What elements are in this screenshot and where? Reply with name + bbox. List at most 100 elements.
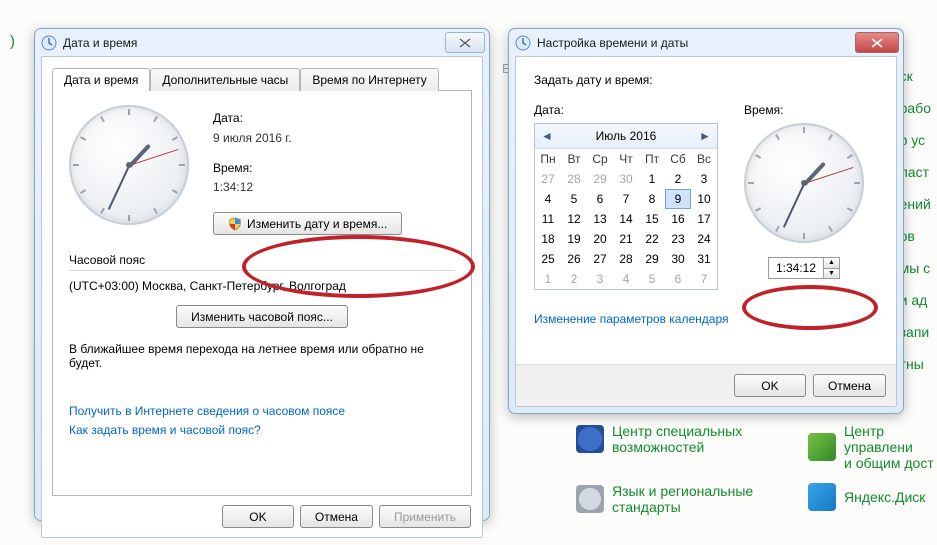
button-label: Изменить часовой пояс... (191, 310, 333, 324)
time-label: Время: (213, 159, 402, 179)
change-tz-button[interactable]: Изменить часовой пояс... (176, 305, 348, 328)
bg-accessibility[interactable]: Центр специальных возможностей (576, 423, 742, 455)
cal-day[interactable]: 29 (587, 169, 613, 189)
datetime-dialog: Дата и время Дата и время Дополнительные… (34, 28, 490, 521)
cal-day[interactable]: 4 (613, 269, 639, 289)
cal-day[interactable]: 20 (587, 229, 613, 249)
dialog-buttons: OK Отмена Применить (42, 496, 482, 537)
cancel-button[interactable]: Отмена (300, 505, 373, 528)
datetime-icon (41, 35, 57, 51)
spin-up-button[interactable]: ▲ (824, 258, 839, 269)
cal-dow: Ср (587, 149, 613, 169)
cal-day[interactable]: 7 (691, 269, 717, 289)
cal-day[interactable]: 26 (561, 249, 587, 269)
dst-note: В ближайшее время перехода на летнее вре… (69, 342, 455, 370)
cal-day[interactable]: 12 (561, 209, 587, 229)
bg-label: Яндекс.Диск (844, 489, 925, 505)
cal-day[interactable]: 24 (691, 229, 717, 249)
cal-day[interactable]: 19 (561, 229, 587, 249)
tab-internet-time[interactable]: Время по Интернету (300, 68, 438, 91)
change-datetime-button[interactable]: Изменить дату и время... (213, 212, 402, 235)
cal-day[interactable]: 15 (639, 209, 665, 229)
cal-day[interactable]: 16 (665, 209, 691, 229)
cal-day[interactable]: 3 (691, 169, 717, 189)
cal-day[interactable]: 23 (665, 229, 691, 249)
cal-day[interactable]: 6 (665, 269, 691, 289)
titlebar[interactable]: Дата и время (35, 29, 489, 56)
bg-label: Центр специальных возможностей (612, 423, 742, 455)
link-howto-time[interactable]: Как задать время и часовой пояс? (69, 423, 261, 437)
cal-dow: Вс (691, 149, 717, 169)
cal-dow: Пн (535, 149, 561, 169)
cancel-button[interactable]: Отмена (813, 374, 886, 397)
cal-day[interactable]: 4 (535, 189, 561, 209)
cal-day[interactable]: 27 (535, 169, 561, 189)
date-label: Дата: (213, 109, 402, 129)
cal-prev-button[interactable]: ◄ (540, 129, 554, 143)
cal-day[interactable]: 7 (613, 189, 639, 209)
cal-day[interactable]: 2 (561, 269, 587, 289)
bg-label: Центр управлени и общим дост (844, 423, 937, 471)
bg-lang[interactable]: Язык и региональные стандарты (576, 483, 753, 515)
date-value: 9 июля 2016 г. (213, 129, 402, 149)
link-tz-info[interactable]: Получить в Интернете сведения о часовом … (69, 404, 345, 418)
tab-datetime[interactable]: Дата и время (52, 68, 150, 91)
bg-yadisk[interactable]: Яндекс.Диск (808, 483, 925, 511)
cal-day[interactable]: 6 (587, 189, 613, 209)
time-spinner[interactable]: ▲ ▼ (768, 257, 840, 279)
accessibility-icon (576, 425, 604, 453)
dialog-buttons: OK Отмена (516, 364, 896, 406)
cal-day[interactable]: 2 (665, 169, 691, 189)
ok-button[interactable]: OK (222, 505, 294, 528)
cal-day[interactable]: 5 (639, 269, 665, 289)
cal-dow: Чт (613, 149, 639, 169)
analog-clock (69, 105, 189, 225)
cal-day[interactable]: 18 (535, 229, 561, 249)
cal-day[interactable]: 29 (639, 249, 665, 269)
close-button[interactable] (855, 32, 899, 53)
bg-label: Язык и региональные стандарты (612, 483, 753, 515)
cal-day[interactable]: 28 (613, 249, 639, 269)
set-datetime-dialog: Настройка времени и даты Задать дату и в… (508, 28, 904, 414)
cal-dow: Пт (639, 149, 665, 169)
cal-day[interactable]: 1 (639, 169, 665, 189)
ok-button[interactable]: OK (734, 374, 806, 397)
cal-day[interactable]: 27 (587, 249, 613, 269)
cal-day[interactable]: 13 (587, 209, 613, 229)
cal-dow: Вт (561, 149, 587, 169)
cal-day[interactable]: 22 (639, 229, 665, 249)
link-calendar-settings[interactable]: Изменение параметров календаря (534, 312, 729, 326)
datetime-icon (515, 35, 531, 51)
tab-strip: Дата и время Дополнительные часы Время п… (42, 57, 482, 90)
tz-section-title: Часовой пояс (69, 253, 455, 267)
cal-day[interactable]: 11 (535, 209, 561, 229)
calendar: ◄ Июль 2016 ► ПнВтСрЧтПтСбВс272829301234… (534, 123, 718, 290)
time-input[interactable] (769, 258, 823, 278)
time-value: 1:34:12 (213, 178, 402, 198)
instruction-text: Задать дату и время: (534, 73, 878, 87)
cal-day[interactable]: 17 (691, 209, 717, 229)
globe-clock-icon (576, 485, 604, 513)
cal-day[interactable]: 25 (535, 249, 561, 269)
cal-day[interactable]: 14 (613, 209, 639, 229)
cal-day[interactable]: 9 (665, 189, 691, 209)
cal-day[interactable]: 1 (535, 269, 561, 289)
close-button[interactable] (445, 32, 485, 53)
cal-day[interactable]: 30 (665, 249, 691, 269)
bg-manage[interactable]: Центр управлени и общим дост (808, 423, 937, 471)
cal-day[interactable]: 3 (587, 269, 613, 289)
cal-day[interactable]: 5 (561, 189, 587, 209)
yandex-disk-icon (808, 483, 836, 511)
divider (69, 270, 455, 271)
cal-day[interactable]: 8 (639, 189, 665, 209)
cal-day[interactable]: 10 (691, 189, 717, 209)
cal-day[interactable]: 28 (561, 169, 587, 189)
titlebar[interactable]: Настройка времени и даты (509, 29, 903, 56)
cal-day[interactable]: 30 (613, 169, 639, 189)
tz-value: (UTC+03:00) Москва, Санкт-Петербург, Вол… (69, 279, 455, 293)
tab-additional-clocks[interactable]: Дополнительные часы (150, 68, 300, 91)
cal-day[interactable]: 21 (613, 229, 639, 249)
spin-down-button[interactable]: ▼ (824, 269, 839, 279)
cal-day[interactable]: 31 (691, 249, 717, 269)
cal-next-button[interactable]: ► (698, 129, 712, 143)
